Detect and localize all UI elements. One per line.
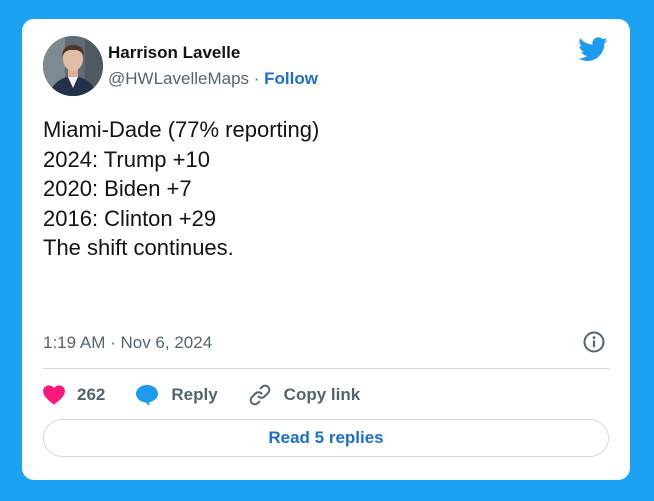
read-replies-button[interactable]: Read 5 replies: [43, 419, 609, 457]
copy-link-label: Copy link: [283, 385, 361, 404]
handle-separator: ·: [249, 69, 265, 88]
tweet-timestamp[interactable]: 1:19 AM · Nov 6, 2024: [43, 333, 212, 353]
copy-link-button[interactable]: Copy link: [248, 383, 361, 407]
tweet-text: Miami-Dade (77% reporting) 2024: Trump +…: [43, 115, 603, 263]
author-handle[interactable]: @HWLavelleMaps: [108, 69, 249, 88]
tweet-line: 2016: Clinton +29: [43, 205, 217, 231]
follow-button[interactable]: Follow: [264, 69, 318, 88]
avatar[interactable]: [43, 36, 103, 96]
divider: [43, 368, 609, 369]
reply-label: Reply: [171, 385, 218, 404]
avatar-image: [43, 36, 103, 96]
reply-button[interactable]: Reply: [135, 384, 218, 406]
author-name[interactable]: Harrison Lavelle: [108, 43, 240, 63]
tweet-line: Miami-Dade (77% reporting): [43, 117, 320, 142]
like-button[interactable]: 262: [43, 385, 105, 405]
link-icon: [249, 384, 270, 406]
like-count: 262: [77, 385, 106, 404]
speech-bubble-icon: [136, 385, 159, 406]
tweet-card: Harrison Lavelle @HWLavelleMaps · Follow…: [22, 19, 630, 480]
tweet-line: 2024: Trump +10: [43, 146, 210, 172]
author-handle-line: @HWLavelleMaps · Follow: [108, 69, 318, 89]
tweet-actions: 262 Reply Copy link: [43, 379, 360, 411]
tweet-line: 2020: Biden +7: [43, 176, 192, 201]
tweet-line: The shift continues.: [43, 235, 234, 260]
heart-icon: [43, 385, 65, 405]
twitter-bird-icon[interactable]: [578, 37, 608, 63]
info-icon[interactable]: [583, 331, 605, 353]
